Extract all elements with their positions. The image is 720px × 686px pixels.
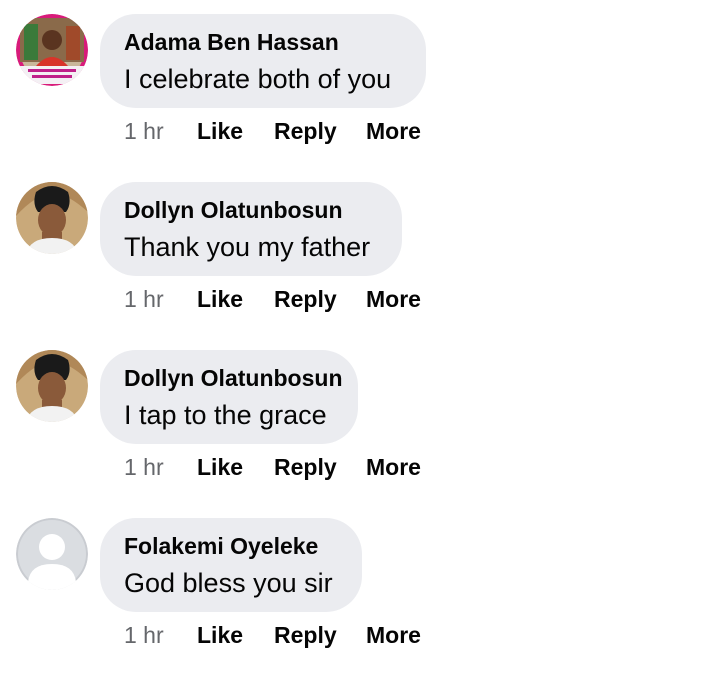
comment-bubble: Dollyn Olatunbosun I tap to the grace [100, 350, 358, 444]
more-button[interactable]: More [366, 116, 421, 146]
comment-item: Folakemi Oyeleke God bless you sir 1 hr … [0, 518, 720, 686]
comment-text: I celebrate both of you [124, 64, 392, 94]
comment-bubble: Folakemi Oyeleke God bless you sir [100, 518, 362, 612]
avatar[interactable] [16, 14, 88, 86]
more-button[interactable]: More [366, 284, 421, 314]
avatar[interactable] [16, 182, 88, 254]
profile-photo-icon [16, 14, 88, 86]
reply-button[interactable]: Reply [274, 620, 337, 650]
comment-time[interactable]: 1 hr [124, 284, 164, 314]
avatar[interactable] [16, 518, 88, 590]
like-button[interactable]: Like [197, 452, 243, 482]
comment-time[interactable]: 1 hr [124, 620, 164, 650]
like-button[interactable]: Like [197, 284, 243, 314]
reply-button[interactable]: Reply [274, 284, 337, 314]
like-button[interactable]: Like [197, 620, 243, 650]
comment-item: Dollyn Olatunbosun Thank you my father 1… [0, 182, 720, 350]
profile-photo-icon [16, 182, 88, 254]
comment-text: Thank you my father [124, 232, 371, 262]
comment-time[interactable]: 1 hr [124, 116, 164, 146]
comment-text: I tap to the grace [124, 400, 327, 430]
comment-bubble: Dollyn Olatunbosun Thank you my father [100, 182, 402, 276]
more-button[interactable]: More [366, 452, 421, 482]
profile-photo-icon [16, 350, 88, 422]
comment-time[interactable]: 1 hr [124, 452, 164, 482]
comment-item: Adama Ben Hassan I celebrate both of you… [0, 14, 720, 182]
like-button[interactable]: Like [197, 116, 243, 146]
more-button[interactable]: More [366, 620, 421, 650]
avatar[interactable] [16, 350, 88, 422]
reply-button[interactable]: Reply [274, 116, 337, 146]
comment-author[interactable]: Dollyn Olatunbosun [124, 196, 378, 224]
comment-author[interactable]: Dollyn Olatunbosun [124, 364, 343, 392]
reply-button[interactable]: Reply [274, 452, 337, 482]
comment-author[interactable]: Folakemi Oyeleke [124, 532, 338, 560]
comment-text: God bless you sir [124, 568, 333, 598]
default-avatar-icon [16, 518, 88, 590]
comment-item: Dollyn Olatunbosun I tap to the grace 1 … [0, 350, 720, 518]
comment-author[interactable]: Adama Ben Hassan [124, 28, 402, 56]
comment-bubble: Adama Ben Hassan I celebrate both of you [100, 14, 426, 108]
